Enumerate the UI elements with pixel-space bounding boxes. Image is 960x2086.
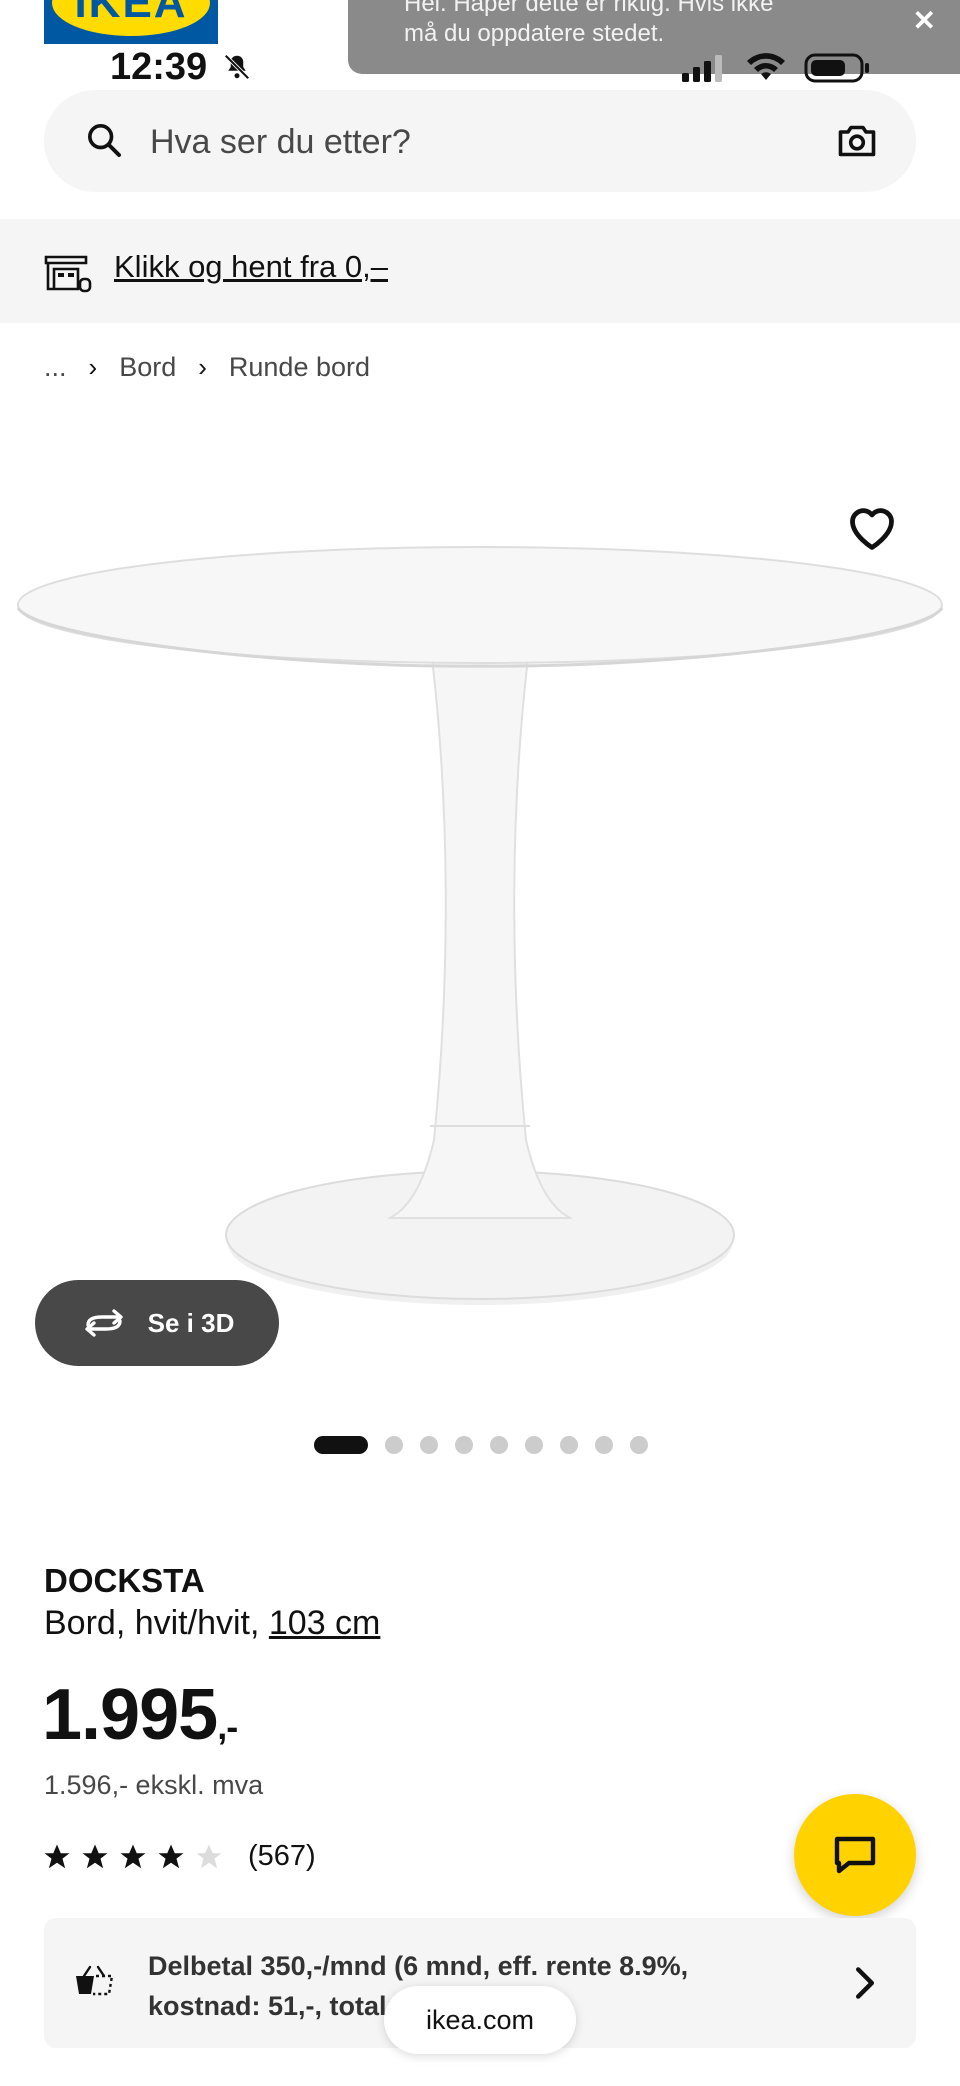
product-description: Bord, hvit/hvit, 103 cm	[44, 1604, 380, 1643]
chat-button[interactable]	[794, 1794, 916, 1916]
installment-line-1: Delbetal 350,-/mnd (6 mnd, eff. rente 8.…	[148, 1951, 689, 1981]
product-type: Bord, hvit/hvit,	[44, 1604, 260, 1642]
bell-slash-icon	[222, 52, 252, 87]
breadcrumb-item-bord[interactable]: Bord	[119, 352, 176, 383]
image-carousel-dots	[314, 1436, 648, 1454]
ikea-logo[interactable]: IKEA	[44, 0, 218, 44]
view-3d-button[interactable]: Se i 3D	[35, 1280, 279, 1366]
notification-text-1: Hei. Håper dette er riktig. Hvis ikke	[404, 0, 774, 17]
rating[interactable]: (567)	[42, 1840, 316, 1873]
browser-url-bar[interactable]: ikea.com	[384, 1986, 576, 2054]
carousel-dot[interactable]	[490, 1436, 508, 1454]
product-name: DOCKSTA	[44, 1562, 205, 1599]
carousel-dot[interactable]	[525, 1436, 543, 1454]
system-status-icons	[680, 52, 870, 84]
star-filled-icon	[82, 1844, 108, 1868]
product-image[interactable]	[0, 500, 960, 1320]
carousel-dot[interactable]	[314, 1436, 368, 1454]
carousel-dot[interactable]	[455, 1436, 473, 1454]
search-input[interactable]	[148, 116, 752, 168]
battery-icon	[804, 53, 869, 83]
wifi-icon	[747, 53, 785, 80]
click-collect-banner[interactable]: Klikk og hent fra 0,–	[0, 219, 960, 323]
search-icon	[84, 120, 124, 165]
price-main: 1.995	[42, 1675, 218, 1755]
product-size-link[interactable]: 103 cm	[269, 1604, 381, 1642]
store-icon	[44, 253, 94, 298]
carousel-dot[interactable]	[420, 1436, 438, 1454]
star-filled-icon	[120, 1844, 146, 1868]
notification-text-2: må du oppdatere stedet.	[404, 20, 665, 47]
breadcrumb-separator: ›	[198, 352, 207, 382]
star-empty-icon	[196, 1844, 222, 1868]
click-collect-link[interactable]: Klikk og hent fra 0,–	[114, 249, 388, 285]
star-filled-icon	[44, 1844, 70, 1868]
breadcrumb-item-runde-bord[interactable]: Runde bord	[229, 352, 370, 383]
price-ex-vat: 1.596,- ekskl. mva	[44, 1770, 264, 1800]
rotate-3d-icon	[84, 1309, 123, 1337]
carousel-dot[interactable]	[385, 1436, 403, 1454]
carousel-dot[interactable]	[560, 1436, 578, 1454]
breadcrumb: ... › Bord › Runde bord	[44, 352, 370, 383]
chat-icon	[834, 1836, 876, 1874]
review-count[interactable]: (567)	[248, 1840, 316, 1873]
view-3d-label: Se i 3D	[147, 1307, 235, 1338]
star-filled-icon	[158, 1844, 184, 1868]
signal-icon	[682, 55, 722, 82]
camera-icon[interactable]	[836, 122, 878, 165]
product-price: 1.995,-	[42, 1674, 238, 1756]
close-notification-button[interactable]: ✕	[913, 4, 936, 37]
search-bar[interactable]	[44, 90, 916, 192]
status-time: 12:39	[110, 46, 208, 88]
price-suffix: ,-	[217, 1706, 238, 1747]
breadcrumb-ellipsis[interactable]: ...	[44, 352, 67, 383]
logo-text: IKEA	[74, 0, 188, 27]
payment-basket-icon	[72, 1964, 118, 2007]
rating-stars	[42, 1842, 224, 1872]
favorite-heart-icon[interactable]	[846, 504, 898, 557]
carousel-dot[interactable]	[630, 1436, 648, 1454]
chevron-right-icon	[854, 1966, 876, 2005]
breadcrumb-separator: ›	[88, 352, 98, 382]
carousel-dot[interactable]	[595, 1436, 613, 1454]
